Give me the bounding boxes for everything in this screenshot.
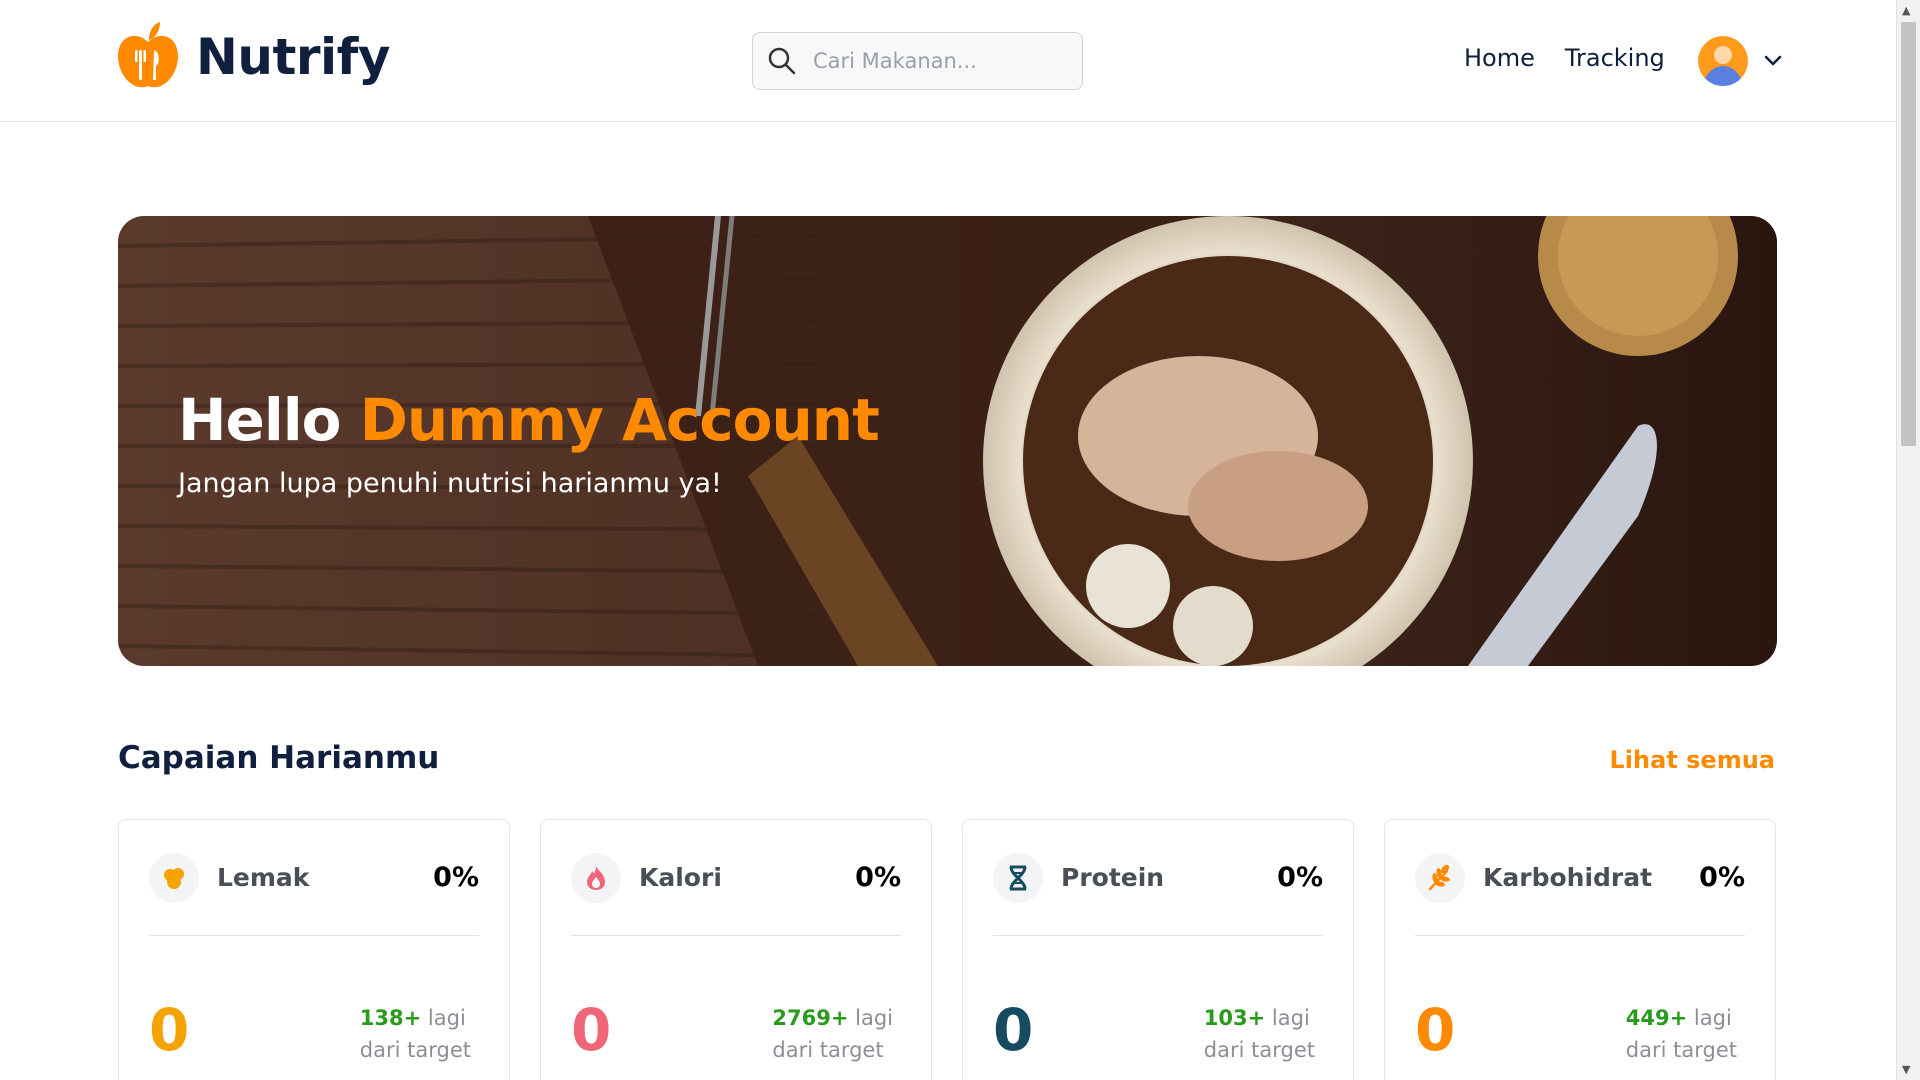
card-percent: 0% <box>1277 862 1323 893</box>
card-body: 0 103+ lagi dari target <box>993 936 1323 1080</box>
remaining-amount: 138+ <box>359 1006 422 1030</box>
hero-subtitle: Jangan lupa penuhi nutrisi harianmu ya! <box>178 468 722 499</box>
remaining-suffix: lagi <box>855 1006 893 1030</box>
dna-icon <box>993 852 1043 903</box>
remaining-target: dari target <box>1625 1038 1737 1062</box>
card-remaining: 449+ lagi dari target <box>1626 1002 1737 1066</box>
nav-link-tracking[interactable]: Tracking <box>1565 44 1665 72</box>
section-title: Capaian Harianmu <box>118 740 440 776</box>
card-percent: 0% <box>855 862 901 893</box>
see-all-link[interactable]: Lihat semua <box>1610 746 1775 774</box>
remaining-target: dari target <box>772 1038 884 1062</box>
flame-icon <box>571 852 621 903</box>
remaining-amount: 449+ <box>1625 1006 1688 1030</box>
nutrition-card-lemak[interactable]: Lemak 0% 0 138+ lagi dari target <box>118 819 510 1080</box>
page-scrollbar[interactable]: ▲ ▼ <box>1896 0 1920 1080</box>
scroll-down-arrow-icon[interactable]: ▼ <box>1902 1063 1910 1076</box>
nutrition-card-protein[interactable]: Protein 0% 0 103+ lagi dari target <box>962 819 1354 1080</box>
nutrition-card-karbohidrat[interactable]: Karbohidrat 0% 0 449+ lagi dari target <box>1384 819 1776 1080</box>
remaining-suffix: lagi <box>427 1006 466 1030</box>
navbar: Nutrify Home Tracking <box>0 0 1896 122</box>
card-body: 0 449+ lagi dari target <box>1415 936 1745 1080</box>
search-bar[interactable] <box>752 32 1083 90</box>
apple-logo-icon <box>118 22 178 88</box>
card-value: 0 <box>1415 996 1456 1064</box>
brand-name: Nutrify <box>196 28 391 86</box>
scroll-up-arrow-icon[interactable]: ▲ <box>1902 4 1910 17</box>
brand[interactable]: Nutrify <box>116 20 391 94</box>
search-icon <box>768 47 796 75</box>
card-label: Protein <box>1061 863 1165 892</box>
remaining-amount: 103+ <box>1203 1006 1266 1030</box>
card-value: 0 <box>571 996 612 1064</box>
user-name: Dummy Account <box>359 386 880 454</box>
card-body: 0 2769+ lagi dari target <box>571 936 901 1080</box>
card-percent: 0% <box>433 862 479 893</box>
remaining-amount: 2769+ <box>772 1006 849 1030</box>
hero-text: Hello Dummy Account Jangan lupa penuhi n… <box>178 386 880 499</box>
avatar[interactable] <box>1698 36 1748 86</box>
card-remaining: 138+ lagi dari target <box>360 1002 471 1066</box>
hero-title: Hello Dummy Account <box>178 386 880 454</box>
nav-link-home[interactable]: Home <box>1464 44 1535 72</box>
card-percent: 0% <box>1699 862 1745 893</box>
card-header: Protein 0% <box>993 820 1323 936</box>
remaining-suffix: lagi <box>1271 1006 1310 1030</box>
scroll-thumb[interactable] <box>1901 22 1916 446</box>
remaining-target: dari target <box>1203 1038 1315 1062</box>
hero-banner: Hello Dummy Account Jangan lupa penuhi n… <box>118 216 1777 666</box>
greeting: Hello <box>178 386 341 454</box>
card-label: Kalori <box>639 863 722 892</box>
user-menu[interactable] <box>1698 36 1784 86</box>
remaining-suffix: lagi <box>1693 1006 1732 1030</box>
card-body: 0 138+ lagi dari target <box>149 936 479 1080</box>
card-remaining: 103+ lagi dari target <box>1204 1002 1315 1066</box>
nutrition-cards: Lemak 0% 0 138+ lagi dari target Kalori … <box>118 819 1776 1080</box>
chevron-down-icon[interactable] <box>1762 50 1784 72</box>
nav-links: Home Tracking <box>1464 44 1665 72</box>
card-label: Karbohidrat <box>1483 863 1653 892</box>
search-input[interactable] <box>813 49 1063 73</box>
fat-icon <box>149 852 199 903</box>
card-label: Lemak <box>217 863 310 892</box>
card-header: Lemak 0% <box>149 820 479 936</box>
card-value: 0 <box>993 996 1034 1064</box>
wheat-icon <box>1415 852 1465 903</box>
remaining-target: dari target <box>359 1038 471 1062</box>
card-header: Kalori 0% <box>571 820 901 936</box>
card-value: 0 <box>149 996 190 1064</box>
nutrition-card-kalori[interactable]: Kalori 0% 0 2769+ lagi dari target <box>540 819 932 1080</box>
card-remaining: 2769+ lagi dari target <box>772 1002 893 1066</box>
card-header: Karbohidrat 0% <box>1415 820 1745 936</box>
